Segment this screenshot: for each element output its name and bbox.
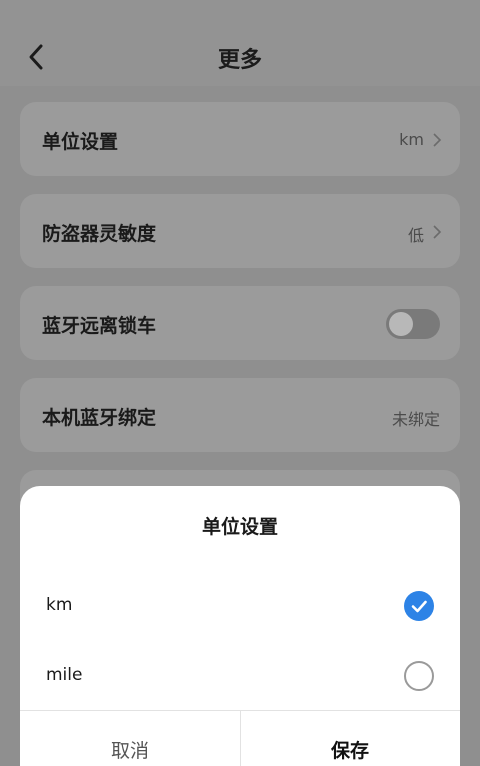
option-km[interactable]: km <box>20 576 460 636</box>
unit-setting-row[interactable]: 单位设置 km <box>20 102 460 176</box>
bluetooth-binding-label: 本机蓝牙绑定 <box>42 407 157 429</box>
alarm-sensitivity-row[interactable]: 防盗器灵敏度 低 <box>20 194 460 268</box>
sheet-title: 单位设置 <box>201 516 278 538</box>
top-bar: 更多 <box>0 0 480 86</box>
bluetooth-away-lock-toggle[interactable] <box>386 309 440 339</box>
page-title: 更多 <box>217 48 262 73</box>
alarm-sensitivity-label: 防盗器灵敏度 <box>42 223 157 245</box>
bluetooth-away-lock-row: 蓝牙远离锁车 <box>20 286 460 360</box>
chevron-right-icon <box>433 225 442 239</box>
save-button[interactable]: 保存 <box>240 710 460 766</box>
cancel-button-label: 取消 <box>110 740 149 762</box>
option-mile-label: mile <box>46 665 83 685</box>
option-mile[interactable]: mile <box>20 646 460 706</box>
option-km-label: km <box>46 595 73 615</box>
unit-setting-value: km <box>399 130 424 149</box>
save-button-label: 保存 <box>330 740 369 762</box>
bluetooth-binding-value: 未绑定 <box>391 410 440 429</box>
unit-picker-sheet: 单位设置 km mile 取消 保存 <box>20 486 460 766</box>
cancel-button[interactable]: 取消 <box>20 710 240 766</box>
alarm-sensitivity-value: 低 <box>407 226 424 245</box>
unchecked-circle-icon[interactable] <box>404 661 434 691</box>
bluetooth-away-lock-label: 蓝牙远离锁车 <box>42 315 157 337</box>
checked-circle-icon[interactable] <box>404 591 434 621</box>
unit-setting-label: 单位设置 <box>42 131 119 153</box>
bluetooth-binding-row[interactable]: 本机蓝牙绑定 未绑定 <box>20 378 460 452</box>
chevron-right-icon <box>433 133 442 147</box>
toggle-knob <box>389 312 413 336</box>
